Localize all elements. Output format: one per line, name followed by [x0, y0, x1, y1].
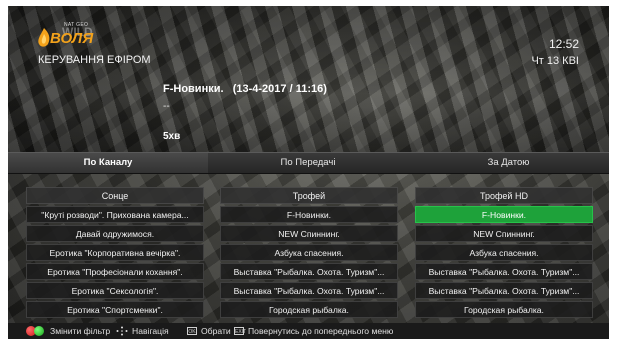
- list-item[interactable]: Выставка "Рыбалка. Охота. Туризм"...: [220, 282, 398, 299]
- exit-key-icon: EXIT: [234, 327, 247, 335]
- info-panel: WILD NAT GEO ВОЛЯ КЕРУВАННЯ ЕФІРОМ 12:52…: [8, 6, 609, 152]
- list-item[interactable]: NEW Спиннинг.: [415, 225, 593, 242]
- list-item-selected[interactable]: F-Новинки.: [415, 206, 593, 223]
- column-header[interactable]: Трофей HD: [415, 187, 593, 204]
- navigation-hint: Навігація: [132, 326, 169, 336]
- list-item[interactable]: Еротика "Сексологія".: [26, 282, 204, 299]
- list-item[interactable]: Азбука спасения.: [220, 244, 398, 261]
- channel-logo: WILD NAT GEO ВОЛЯ: [36, 22, 110, 56]
- list-item[interactable]: Еротика "Спортсменки".: [26, 301, 204, 318]
- tab-by-date[interactable]: За Датою: [408, 153, 609, 173]
- date: Чт 13 КВІ: [531, 55, 579, 67]
- logo-text: ВОЛЯ: [50, 30, 94, 47]
- ok-key-icon: OK: [187, 327, 197, 335]
- list-item[interactable]: NEW Спиннинг.: [220, 225, 398, 242]
- clock: 12:52: [548, 37, 579, 51]
- list-item[interactable]: Еротика "Професіонали кохання".: [26, 263, 204, 280]
- help-bar: Змінити фільтр Навігація OK Обрати EXIT …: [8, 323, 609, 339]
- column-header[interactable]: Сонце: [26, 187, 204, 204]
- program-description: --: [163, 101, 170, 112]
- tv-screen: WILD NAT GEO ВОЛЯ КЕРУВАННЯ ЕФІРОМ 12:52…: [8, 6, 609, 339]
- list-item[interactable]: Городская рыбалка.: [415, 301, 593, 318]
- filter-tabs: По Каналу По Передачі За Датою: [8, 152, 609, 174]
- program-title: F-Новинки. (13-4-2017 / 11:16): [163, 83, 327, 95]
- list-item[interactable]: Выставка "Рыбалка. Охота. Туризм"...: [415, 282, 593, 299]
- green-button-icon: [34, 326, 44, 336]
- list-item[interactable]: Еротика "Корпоративна вечірка".: [26, 244, 204, 261]
- column-header[interactable]: Трофей: [220, 187, 398, 204]
- tab-by-program[interactable]: По Передачі: [208, 153, 408, 173]
- list-item[interactable]: "Круті розводи". Прихована камера...: [26, 206, 204, 223]
- list-item[interactable]: Выставка "Рыбалка. Охота. Туризм"...: [220, 263, 398, 280]
- list-item[interactable]: F-Новинки.: [220, 206, 398, 223]
- logo-top-text: NAT GEO: [64, 22, 89, 28]
- list-item[interactable]: Азбука спасения.: [415, 244, 593, 261]
- list-item[interactable]: Городская рыбалка.: [220, 301, 398, 318]
- page-title: КЕРУВАННЯ ЕФІРОМ: [38, 54, 151, 66]
- list-item[interactable]: Выставка "Рыбалка. Охота. Туризм"...: [415, 263, 593, 280]
- list-item[interactable]: Давай одружимося.: [26, 225, 204, 242]
- program-duration: 5хв: [163, 131, 181, 142]
- select-hint: Обрати: [201, 326, 231, 336]
- navigation-arrows-icon: [116, 326, 128, 336]
- back-hint: Повернутись до попереднього меню: [248, 326, 394, 336]
- filter-hint: Змінити фільтр: [50, 326, 111, 336]
- tab-by-channel[interactable]: По Каналу: [8, 153, 208, 173]
